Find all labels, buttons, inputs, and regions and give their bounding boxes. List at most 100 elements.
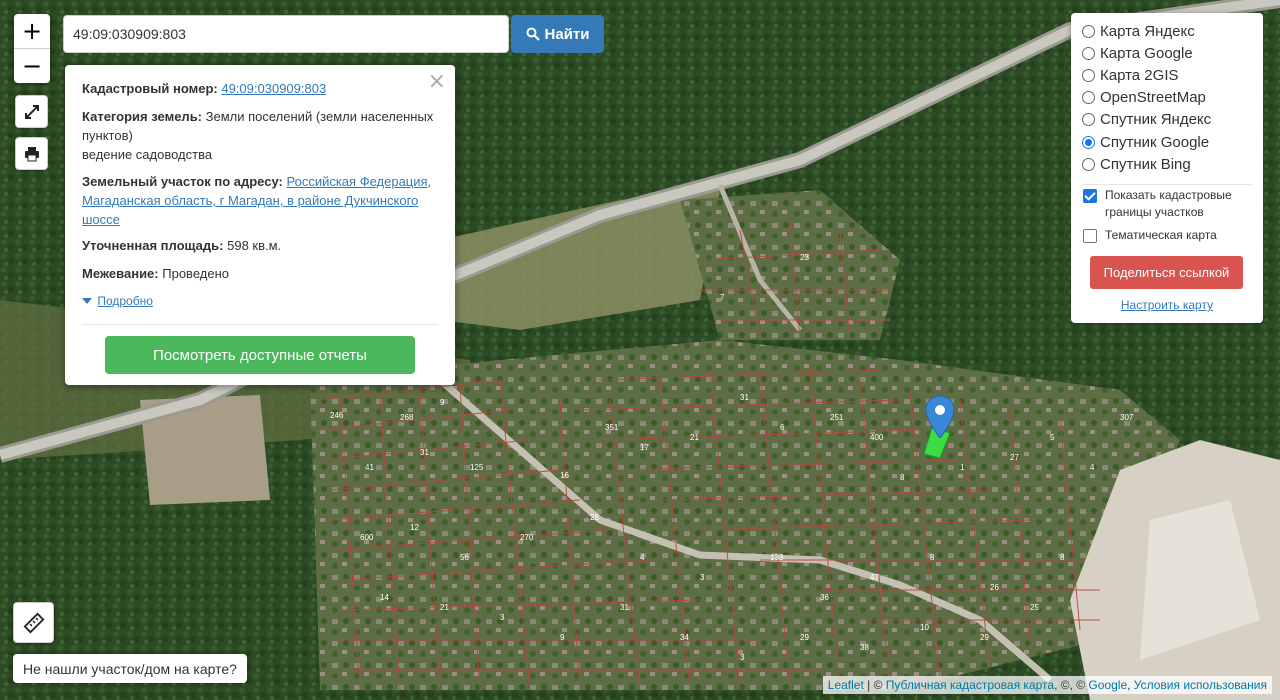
printer-icon [24,146,39,161]
show-borders-label: Показать кадастровые границы участков [1105,188,1232,219]
pkk-link[interactable]: Публичная кадастровая карта [886,678,1054,692]
parcel-number-label: 307 [1120,413,1134,422]
divider [1081,184,1253,185]
basemap-option-label: Спутник Google [1100,133,1210,151]
basemap-option[interactable]: Спутник Яндекс [1082,110,1211,130]
terms-link[interactable]: Условия использования [1134,678,1267,692]
survey-value: Проведено [162,266,229,281]
map-pin-icon[interactable] [926,396,954,438]
parcel-number-label: 268 [400,413,414,422]
parcel-number-label: 26 [990,583,999,592]
area-value: 598 кв.м. [227,238,282,253]
basemap-option[interactable]: Спутник Bing [1082,154,1191,174]
parcel-number-label: 27 [1010,453,1019,462]
basemap-option-label: OpenStreetMap [1100,89,1206,107]
basemap-option[interactable]: Карта Яндекс [1082,21,1195,41]
parcel-number-label: 21 [690,433,699,442]
leaflet-link[interactable]: Leaflet [828,678,864,692]
parcel-number-label: 8 [1060,553,1065,562]
divider [82,324,438,325]
cadastral-number-label: Кадастровый номер: [82,81,218,96]
survey-label: Межевание: [82,266,159,281]
parcel-number-label: 5 [1050,433,1055,442]
zoom-control: + − [14,14,50,83]
parcel-number-label: 56 [460,553,469,562]
parcel-number-label: 9 [560,633,565,642]
more-details-row: Подробно [82,292,442,311]
parcel-number-label: 14 [380,593,389,602]
address-label: Земельный участок по адресу: [82,174,283,189]
basemap-radio[interactable] [1082,24,1095,38]
basemap-radio[interactable] [1082,157,1095,171]
fullscreen-button[interactable] [15,95,48,128]
basemap-radio[interactable] [1082,46,1095,60]
cadastral-search-input[interactable] [63,15,509,53]
parcel-number-label: 3 [700,573,705,582]
zoom-in-button[interactable]: + [14,14,50,48]
more-details-link[interactable]: Подробно [97,294,153,308]
parcel-number-label: 23 [800,253,809,262]
cadastral-number-row: Кадастровый номер: 49:09:030909:803 [82,79,442,98]
parcel-number-label: 38 [860,643,869,652]
parcel-number-label: 34 [680,633,689,642]
show-borders-option[interactable]: Показать кадастровые границы участков [1083,187,1251,221]
not-found-button[interactable]: Не нашли участок/дом на карте? [13,654,247,683]
parcel-number-label: 16 [560,471,569,480]
basemap-radio[interactable] [1082,91,1095,105]
parcel-number-label: 10 [920,623,929,632]
caret-down-icon [82,298,92,304]
attribution-sep-2: , ©, © [1054,678,1089,692]
parcel-number-label: 25 [1030,603,1039,612]
view-reports-button[interactable]: Посмотреть доступные отчеты [105,336,415,374]
land-use-value: ведение садоводства [82,147,213,162]
parcel-number-label: 6 [780,423,785,432]
land-category-row: Категория земель: Земли поселений (земли… [82,107,442,164]
basemap-option-label: Карта Яндекс [1100,22,1195,40]
parcel-number-label: 133 [770,553,784,562]
parcel-number-label: 17 [640,443,649,452]
basemap-radio[interactable] [1082,135,1095,149]
google-link[interactable]: Google [1088,678,1127,692]
attribution-sep-1: | © [863,678,886,692]
attribution-sep-3: , [1127,678,1134,692]
basemap-option[interactable]: OpenStreetMap [1082,88,1206,108]
parcel-info-popup: × Кадастровый номер: 49:09:030909:803 Ка… [65,65,455,385]
parcel-number-label: 31 [420,448,429,457]
parcel-number-label: 29 [800,633,809,642]
cadastral-number-link[interactable]: 49:09:030909:803 [221,81,326,96]
basemap-option[interactable]: Карта 2GIS [1082,65,1179,85]
basemap-option[interactable]: Карта Google [1082,43,1193,63]
parcel-number-label: 7 [720,293,725,302]
parcel-number-label: 31 [620,603,629,612]
basemap-radio[interactable] [1082,113,1095,127]
parcel-number-label: 41 [365,463,374,472]
parcel-number-label: 351 [605,423,619,432]
show-borders-checkbox[interactable] [1083,189,1097,203]
parcel-number-label: 28 [590,513,599,522]
parcel-number-label: 31 [740,393,749,402]
search-button[interactable]: Найти [511,15,604,53]
print-button[interactable] [15,137,48,170]
parcel-number-label: 600 [360,533,374,542]
parcel-number-label: 8 [930,553,935,562]
parcel-number-label: 9 [440,398,445,407]
configure-map-link[interactable]: Настроить карту [1071,298,1263,312]
ruler-icon [23,612,44,633]
survey-row: Межевание: Проведено [82,264,442,283]
basemap-radio[interactable] [1082,68,1095,82]
zoom-out-button[interactable]: − [14,48,50,83]
parcel-number-label: 125 [470,463,484,472]
basemap-option[interactable]: Спутник Google [1082,132,1209,152]
thematic-map-option[interactable]: Тематическая карта [1083,227,1217,244]
measure-button[interactable] [13,602,54,643]
share-link-button[interactable]: Поделиться ссылкой [1090,256,1243,289]
basemap-option-label: Карта 2GIS [1100,66,1179,84]
area-label: Уточненная площадь: [82,238,224,253]
thematic-map-checkbox[interactable] [1083,229,1097,243]
parcel-number-label: 400 [870,433,884,442]
basemap-option-label: Спутник Яндекс [1100,111,1212,129]
land-category-label: Категория земель: [82,109,203,124]
parcel-number-label: 36 [820,593,829,602]
search-icon [526,27,540,41]
parcel-number-label: 251 [830,413,844,422]
